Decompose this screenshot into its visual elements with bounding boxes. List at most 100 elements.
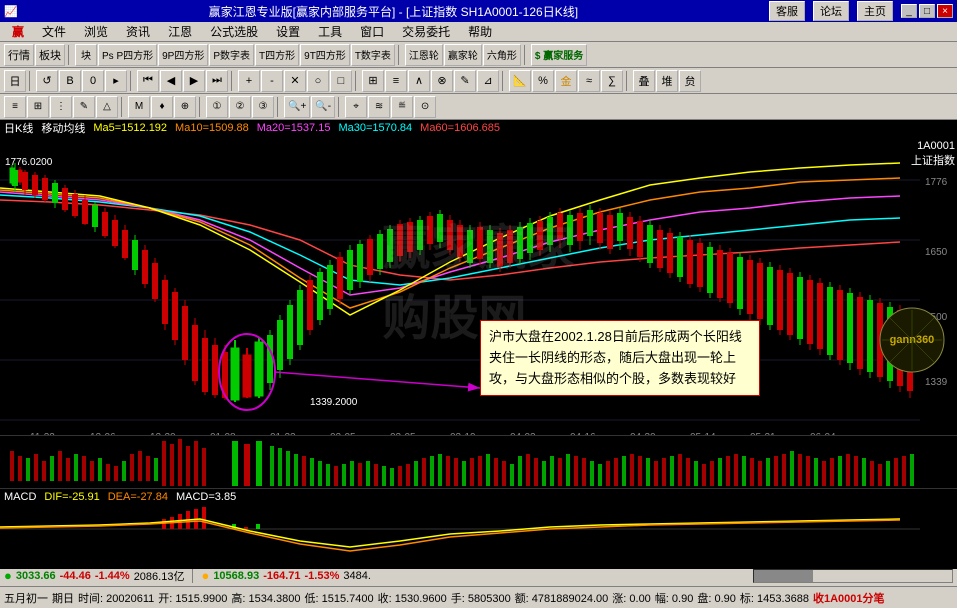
maximize-btn[interactable]: □ [919,4,935,18]
tb3-r3[interactable]: ≝ [391,96,413,118]
info-open: 开: 1515.9900 [158,590,227,606]
tb-tool9[interactable]: 金 [555,70,577,92]
tb3-zoom-out[interactable]: 🔍- [311,96,335,118]
tb3-3[interactable]: ⋮ [50,96,72,118]
tb-hex[interactable]: 六角形 [483,44,521,66]
tb-tool3[interactable]: ∧ [408,70,430,92]
customer-service-btn[interactable]: 客服 [769,1,805,21]
tb-num0[interactable]: 0 [82,70,104,92]
menu-help[interactable]: 帮助 [460,21,500,42]
status-pct2: -1.53% [305,570,340,582]
tb-day[interactable]: 日 [4,70,26,92]
volume-panel: 26172504 17448336 8724168 [0,435,957,488]
info-price: 低: 1515.7400 [305,590,374,606]
tb-draw3[interactable]: 贠 [679,70,701,92]
tb-tool2[interactable]: ≡ [385,70,407,92]
menu-file[interactable]: 文件 [34,21,74,42]
ma10-value: Ma10=1509.88 [175,122,249,134]
tb3-5[interactable]: △ [96,96,118,118]
svg-text:1776: 1776 [925,177,948,188]
svg-text:1339: 1339 [925,377,948,388]
tb-win-wheel[interactable]: 赢家轮 [444,44,482,66]
info-diff: 涨: 0.00 [612,590,651,606]
tb-pnum[interactable]: P数字表 [209,44,254,66]
tb-refresh[interactable]: ↺ [36,70,58,92]
tb-minus[interactable]: - [261,70,283,92]
tb-tool11[interactable]: ∑ [601,70,623,92]
menu-browse[interactable]: 浏览 [76,21,116,42]
tb-9t4[interactable]: 9T四方形 [300,44,350,66]
tb-play[interactable]: ▶ [183,70,205,92]
tb-step-back[interactable]: ◀ [160,70,182,92]
info-date2: 期日 [52,590,74,606]
tb-b1[interactable]: B [59,70,81,92]
tb-draw1[interactable]: 叠 [633,70,655,92]
status-price1: 3033.66 [16,570,56,582]
tb-tool10[interactable]: ≈ [578,70,600,92]
tb-tool4[interactable]: ⊗ [431,70,453,92]
tb-square[interactable]: □ [330,70,352,92]
tb3-2[interactable]: ⊞ [27,96,49,118]
annotation-box: 沪市大盘在2002.1.28日前后形成两个长阳线夹住一长阴线的形态，随后大盘出现… [480,320,760,396]
tb3-11[interactable]: ③ [252,96,274,118]
tb-quotes[interactable]: 行情 [4,44,34,66]
tb-tool6[interactable]: ⊿ [477,70,499,92]
macd-value: MACD=3.85 [176,491,236,503]
tb-arrow1[interactable]: ▸ [105,70,127,92]
tb-next[interactable]: ⏭ [206,70,228,92]
tb-gann-wheel[interactable]: 江恩轮 [405,44,443,66]
toolbar3: ≡ ⊞ ⋮ ✎ △ M ♦ ⊕ ① ② ③ 🔍+ 🔍- ⌖ ≋ ≝ ⊙ [0,94,957,120]
tb-plus[interactable]: + [238,70,260,92]
tb3-10[interactable]: ② [229,96,251,118]
menu-trade[interactable]: 交易委托 [394,21,458,42]
tb-9p4[interactable]: 9P四方形 [158,44,208,66]
tb3-1[interactable]: ≡ [4,96,26,118]
menu-settings[interactable]: 设置 [268,21,308,42]
stock-code: 1A0001 [911,140,955,152]
chart-right-label: 1A0001 上证指数 [911,140,955,168]
menu-win[interactable]: 赢 [4,21,32,42]
close-btn[interactable]: × [937,4,953,18]
chart-title-bar: 日K线 移动均线 Ma5=1512.192 Ma10=1509.88 Ma20=… [0,120,957,136]
tb3-zoom-in[interactable]: 🔍+ [284,96,310,118]
menu-info[interactable]: 资讯 [118,21,158,42]
tb3-7[interactable]: ♦ [151,96,173,118]
dif-value: DIF=-25.91 [44,491,99,503]
scrollbar[interactable] [753,569,953,583]
tb3-r4[interactable]: ⊙ [414,96,436,118]
tb3-r1[interactable]: ⌖ [345,96,367,118]
tb-circle[interactable]: ○ [307,70,329,92]
tb-tool5[interactable]: ✎ [454,70,476,92]
menu-tools[interactable]: 工具 [310,21,350,42]
tb-tnum[interactable]: T数字表 [351,44,395,66]
menu-formula[interactable]: 公式选股 [202,21,266,42]
tb3-8[interactable]: ⊕ [174,96,196,118]
forum-btn[interactable]: 论坛 [813,1,849,21]
minimize-btn[interactable]: _ [901,4,917,18]
tb3-4[interactable]: ✎ [73,96,95,118]
tb3-r2[interactable]: ≋ [368,96,390,118]
macd-info: MACD DIF=-25.91 DEA=-27.84 MACD=3.85 [4,491,236,503]
tb3-9[interactable]: ① [206,96,228,118]
scrollbar-thumb[interactable] [754,570,813,582]
tb-p4[interactable]: Ps P四方形 [98,44,157,66]
tb-tool1[interactable]: ⊞ [362,70,384,92]
tb3-6[interactable]: M [128,96,150,118]
menu-window[interactable]: 窗口 [352,21,392,42]
tb-tool7[interactable]: 📐 [509,70,531,92]
tb-win-service[interactable]: $ 赢家服务 [531,44,587,66]
chart-wrapper[interactable]: 赢家赢家购股网 日K线 移动均线 Ma5=1512.192 Ma10=1509.… [0,120,957,435]
home-btn[interactable]: 主页 [857,1,893,21]
tb-draw2[interactable]: 堆 [656,70,678,92]
tb-sector[interactable]: 板块 [35,44,65,66]
tb-t4[interactable]: T四方形 [255,44,299,66]
tb-prev[interactable]: ⏮ [137,70,159,92]
macd-label: MACD [4,491,36,503]
info-extra: 收1A0001分笔 [813,590,885,606]
menu-gann[interactable]: 江恩 [160,21,200,42]
tb-tool8[interactable]: % [532,70,554,92]
tb-cross[interactable]: ✕ [284,70,306,92]
status-pct1: -1.44% [95,570,130,582]
tb-ps-icon[interactable]: 块 [75,44,97,66]
info-amplitude: 幅: 0.90 [655,590,694,606]
